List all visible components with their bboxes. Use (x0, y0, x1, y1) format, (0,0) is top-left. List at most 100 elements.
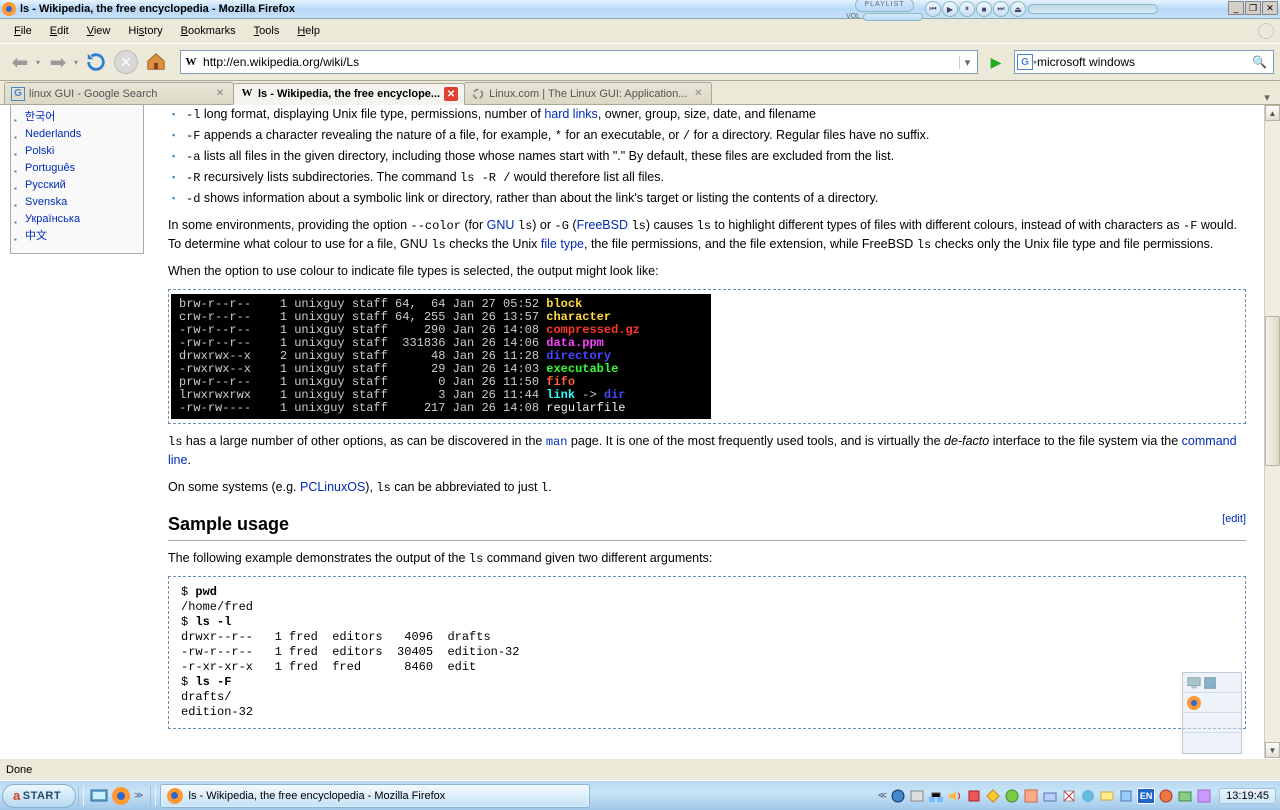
vertical-scrollbar[interactable]: ▲ ▼ (1264, 105, 1280, 758)
lang-item: 한국어 (25, 109, 143, 126)
lang-link[interactable]: 한국어 (25, 111, 55, 123)
tray-icon-12[interactable] (1099, 788, 1115, 804)
menu-help[interactable]: Help (289, 23, 328, 39)
section-edit-link[interactable]: [edit] (1222, 511, 1246, 528)
tray-icon-8[interactable] (1023, 788, 1039, 804)
back-button[interactable]: ⬅ (6, 48, 34, 76)
winamp-play-icon[interactable]: ▶ (942, 1, 958, 17)
site-favicon-icon: W (183, 54, 199, 70)
link-filetype[interactable]: file type (541, 237, 584, 251)
winamp-pause-icon[interactable]: ⏸ (959, 1, 975, 17)
menu-file[interactable]: File (6, 23, 40, 39)
search-input[interactable] (1037, 55, 1248, 69)
taskbar-clock[interactable]: 13:19:45 (1219, 788, 1276, 804)
menu-history[interactable]: History (120, 23, 170, 39)
winamp-next-icon[interactable]: ⏭ (993, 1, 1009, 17)
search-bar[interactable]: G ▾ 🔍 (1014, 50, 1274, 74)
forward-dropdown-icon[interactable]: ▾ (74, 58, 78, 67)
tray-icon-2[interactable] (909, 788, 925, 804)
tray-volume-icon[interactable] (947, 788, 963, 804)
tab-close-icon[interactable]: ✕ (691, 87, 705, 101)
tab-wikipedia[interactable]: W ls - Wikipedia, the free encyclope... … (233, 83, 465, 105)
tray-icon-13[interactable] (1118, 788, 1134, 804)
url-bar[interactable]: W ▾ (180, 50, 978, 74)
save-icon[interactable] (1203, 676, 1217, 690)
winamp-stop-icon[interactable]: ■ (976, 1, 992, 17)
menubar: File Edit View History Bookmarks Tools H… (0, 19, 1280, 43)
tray-icon-16[interactable] (1177, 788, 1193, 804)
tab-close-icon[interactable]: ✕ (213, 87, 227, 101)
tray-network-icon[interactable] (928, 788, 944, 804)
scroll-down-icon[interactable]: ▼ (1265, 742, 1280, 758)
tray-icon-6[interactable] (985, 788, 1001, 804)
lang-link[interactable]: Português (25, 162, 75, 174)
menu-view[interactable]: View (79, 23, 119, 39)
back-dropdown-icon[interactable]: ▾ (36, 58, 40, 67)
forward-button[interactable]: ➡ (44, 48, 72, 76)
tab-google[interactable]: G linux GUI - Google Search ✕ (4, 82, 234, 104)
tray-icon-9[interactable] (1042, 788, 1058, 804)
pclinux-paragraph: On some systems (e.g. PCLinuxOS), ls can… (168, 478, 1246, 497)
winamp-vol-slider[interactable] (863, 13, 923, 21)
desktop-icon[interactable] (1187, 676, 1201, 690)
tab-linuxcom[interactable]: Linux.com | The Linux GUI: Application..… (464, 82, 712, 104)
lang-link[interactable]: Українська (25, 213, 80, 225)
winamp-seek-slider[interactable] (1028, 4, 1158, 14)
minimize-button[interactable]: _ (1228, 1, 1244, 15)
menu-edit[interactable]: Edit (42, 23, 77, 39)
tray-icon-1[interactable] (890, 788, 906, 804)
link-man: man (546, 434, 568, 448)
opt-R: -R recursively lists subdirectories. The… (186, 168, 1246, 187)
lang-link[interactable]: 中文 (25, 230, 47, 242)
tray-icon-10[interactable] (1061, 788, 1077, 804)
url-dropdown-icon[interactable]: ▾ (959, 56, 975, 69)
tab-list-dropdown-icon[interactable]: ▾ (1258, 91, 1276, 104)
winamp-eject-icon[interactable]: ⏏ (1010, 1, 1026, 17)
scroll-up-icon[interactable]: ▲ (1265, 105, 1280, 121)
link-hard-links[interactable]: hard links (544, 107, 598, 121)
lang-link[interactable]: Nederlands (25, 128, 81, 140)
stop-button[interactable]: ✕ (114, 50, 138, 74)
lang-link[interactable]: Polski (25, 145, 54, 157)
close-button[interactable]: ✕ (1262, 1, 1278, 15)
scroll-thumb[interactable] (1265, 316, 1280, 466)
firefox-ql-icon[interactable] (112, 787, 130, 805)
floating-toolbox[interactable] (1182, 672, 1242, 754)
window-titlebar: ls - Wikipedia, the free encyclopedia - … (0, 0, 1280, 19)
lang-link[interactable]: Svenska (25, 196, 67, 208)
tab-label: ls - Wikipedia, the free encyclope... (258, 88, 440, 100)
tray-icon-7[interactable] (1004, 788, 1020, 804)
reload-button[interactable] (82, 48, 110, 76)
color-intro: When the option to use colour to indicat… (168, 262, 1246, 281)
tray-collapse-icon[interactable]: ≪ (878, 790, 887, 801)
start-button[interactable]: aSTART (2, 784, 76, 808)
tray-lang-icon[interactable]: EN (1137, 788, 1155, 804)
url-input[interactable] (203, 55, 959, 69)
taskbar-task-firefox[interactable]: ls - Wikipedia, the free encyclopedia - … (160, 784, 590, 808)
search-submit-icon[interactable]: 🔍 (1248, 55, 1271, 69)
languages-box: 한국어 Nederlands Polski Português Русский Svens… (10, 105, 144, 254)
show-desktop-icon[interactable] (90, 787, 108, 805)
link-gnu[interactable]: GNU (487, 218, 515, 232)
tray-icon-15[interactable] (1158, 788, 1174, 804)
firefox-small-icon[interactable] (1187, 696, 1201, 710)
go-button[interactable]: ▶ (986, 52, 1006, 72)
menu-tools[interactable]: Tools (246, 23, 288, 39)
home-button[interactable] (142, 48, 170, 76)
scroll-track[interactable] (1265, 121, 1280, 742)
window-title: ls - Wikipedia, the free encyclopedia - … (20, 3, 295, 15)
link-freebsd[interactable]: FreeBSD (577, 218, 628, 232)
menu-bookmarks[interactable]: Bookmarks (173, 23, 244, 39)
winamp-prev-icon[interactable]: ⏮ (925, 1, 941, 17)
maximize-button[interactable]: ❐ (1245, 1, 1261, 15)
lang-link[interactable]: Русский (25, 179, 66, 191)
winamp-playlist-label[interactable]: PLAYLIST (855, 0, 913, 12)
lang-item: Русский (25, 177, 143, 194)
link-pclinuxos[interactable]: PCLinuxOS (300, 480, 365, 494)
tab-close-icon[interactable]: ✕ (444, 87, 458, 101)
ql-expand-icon[interactable]: ≫ (134, 790, 143, 801)
tray-icon-17[interactable] (1196, 788, 1212, 804)
search-engine-icon[interactable]: G (1017, 54, 1033, 70)
tray-icon-11[interactable] (1080, 788, 1096, 804)
tray-icon-5[interactable] (966, 788, 982, 804)
